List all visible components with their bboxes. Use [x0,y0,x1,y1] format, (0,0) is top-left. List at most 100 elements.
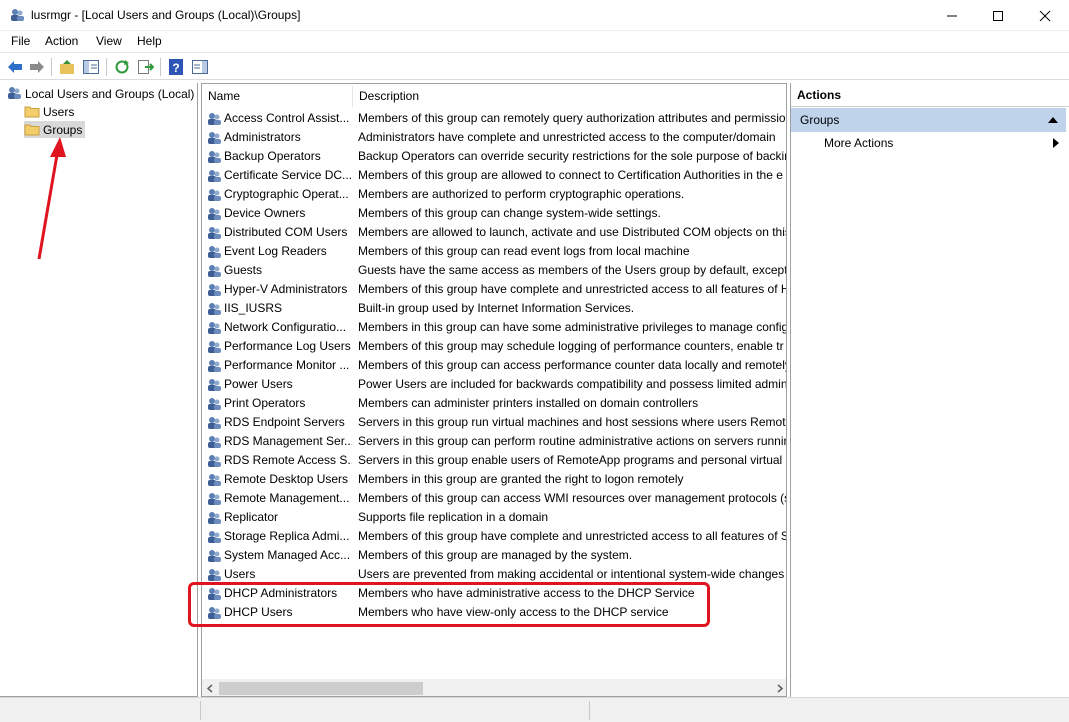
menu-bar: File Action View Help [0,31,1069,52]
table-row[interactable]: Performance Log Users Members of this gro… [202,337,786,356]
svg-text:?: ? [172,61,179,75]
annotation-highlight-box [188,582,710,627]
group-name: Cryptographic Operat... [224,187,349,201]
show-hide-tree-button[interactable] [82,58,100,76]
up-folder-icon [60,60,74,74]
back-button[interactable] [6,58,24,76]
group-description: Members of this group are managed by the… [358,548,633,562]
column-header-description[interactable]: Description [353,84,419,109]
group-description: Members of this group are allowed to con… [358,168,783,182]
group-name: IIS_IUSRS [224,301,283,315]
group-name: Distributed COM Users [224,225,348,239]
console-tree-icon [83,60,99,74]
toolbar-separator [51,58,52,76]
group-description: Administrators have complete and unrestr… [358,130,776,144]
group-name: Hyper-V Administrators [224,282,348,296]
group-description: Built-in group used by Internet Informat… [358,301,635,315]
group-name: Performance Monitor ... [224,358,350,372]
group-icon [208,436,221,448]
group-icon [208,474,221,486]
actions-group-groups[interactable]: Groups [791,108,1066,132]
table-row[interactable]: Hyper-V Administrators Members of this gr… [202,280,787,299]
group-description: Members of this group have complete and … [358,282,787,296]
table-row[interactable]: RDS Management Ser... Servers in this gro… [202,432,786,451]
table-row[interactable]: Remote Management... Members of this grou… [202,489,786,508]
group-description: Members of this group can access perform… [358,358,787,372]
table-row[interactable]: Guests Guests have the same access as mem… [202,261,786,280]
export-list-button[interactable] [136,58,155,76]
group-name: Remote Desktop Users [224,472,349,486]
group-icon [208,170,221,182]
group-name: Network Configuratio... [224,320,347,334]
table-row[interactable]: RDS Endpoint Servers Servers in this grou… [202,413,786,432]
collapse-up-icon[interactable] [1048,117,1058,123]
table-row[interactable]: Backup Operators Backup Operators can ove… [202,147,787,166]
tree-root[interactable]: Local Users and Groups (Local) [6,85,194,102]
table-row[interactable]: Performance Monitor ... Members of this g… [202,356,787,375]
menu-view[interactable]: View [96,34,122,48]
more-actions-item[interactable]: More Actions [824,135,893,151]
table-row[interactable]: Distributed COM Users Members are allowed… [202,223,787,242]
table-row[interactable]: Administrators Administrators have comple… [202,128,786,147]
close-button[interactable] [1022,0,1068,31]
table-row[interactable]: Storage Replica Admi... Members of this g… [202,527,787,546]
refresh-button[interactable] [113,58,131,76]
column-header-name[interactable]: Name [202,84,240,109]
table-row[interactable]: Access Control Assist... Members of this … [202,109,786,128]
table-row[interactable]: Replicator Supports file replication in a… [202,508,786,527]
group-description: Members in this group are granted the ri… [358,472,684,486]
table-row[interactable]: RDS Remote Access S... Servers in this gr… [202,451,786,470]
group-name: Certificate Service DC... [224,168,352,182]
table-row[interactable]: Cryptographic Operat... Members are autho… [202,185,786,204]
tree-item-users[interactable]: Users [24,103,74,120]
minimize-button[interactable] [929,0,975,31]
close-icon [1039,10,1051,22]
group-icon [208,455,221,467]
group-description: Backup Operators can override security r… [358,149,787,163]
table-row[interactable]: Network Configuratio... Members in this g… [202,318,786,337]
group-description: Members are allowed to launch, activate … [358,225,787,239]
menu-action[interactable]: Action [45,34,78,48]
maximize-button[interactable] [975,0,1021,31]
group-name: Administrators [224,130,301,144]
up-folder-button[interactable] [58,58,76,76]
group-icon [208,417,221,429]
table-row[interactable]: Certificate Service DC... Members of this… [202,166,786,185]
horizontal-scrollbar[interactable] [202,679,787,697]
table-row[interactable]: IIS_IUSRS Built-in group used by Internet… [202,299,786,318]
actions-pane: Actions Groups More Actions [790,83,1069,697]
help-button[interactable]: ? [167,58,185,76]
group-icon [208,132,221,144]
group-name: Event Log Readers [224,244,327,258]
group-icon [208,379,221,391]
group-name: Device Owners [224,206,306,220]
scroll-right-icon[interactable] [771,680,787,697]
group-icon [208,360,221,372]
scrollbar-thumb[interactable] [219,682,423,695]
submenu-arrow-icon [1053,138,1059,148]
status-divider [589,701,590,720]
forward-button[interactable] [28,58,46,76]
folder-icon [24,106,40,118]
table-row[interactable]: System Managed Acc... Members of this gro… [202,546,786,565]
table-row[interactable]: Print Operators Members can administer pr… [202,394,786,413]
show-action-pane-button[interactable] [191,58,209,76]
menu-help[interactable]: Help [137,34,162,48]
group-description: Members of this group can read event log… [358,244,690,258]
group-description: Members of this group can remotely query… [358,111,786,125]
action-pane-icon [192,60,208,74]
group-description: Members of this group have complete and … [358,529,787,543]
scroll-left-icon[interactable] [202,680,219,697]
group-description: Members of this group can change system-… [358,206,661,220]
table-row[interactable]: Power Users Power Users are included for … [202,375,786,394]
group-icon [208,569,221,581]
annotation-arrow [37,137,66,260]
refresh-icon [115,60,129,74]
group-icon [208,246,221,258]
table-row[interactable]: Event Log Readers Members of this group c… [202,242,786,261]
table-row[interactable]: Device Owners Members of this group can c… [202,204,786,223]
menu-file[interactable]: File [11,34,30,48]
group-description: Members are authorized to perform crypto… [358,187,685,201]
toolbar-separator [106,58,107,76]
table-row[interactable]: Remote Desktop Users Members in this grou… [202,470,786,489]
